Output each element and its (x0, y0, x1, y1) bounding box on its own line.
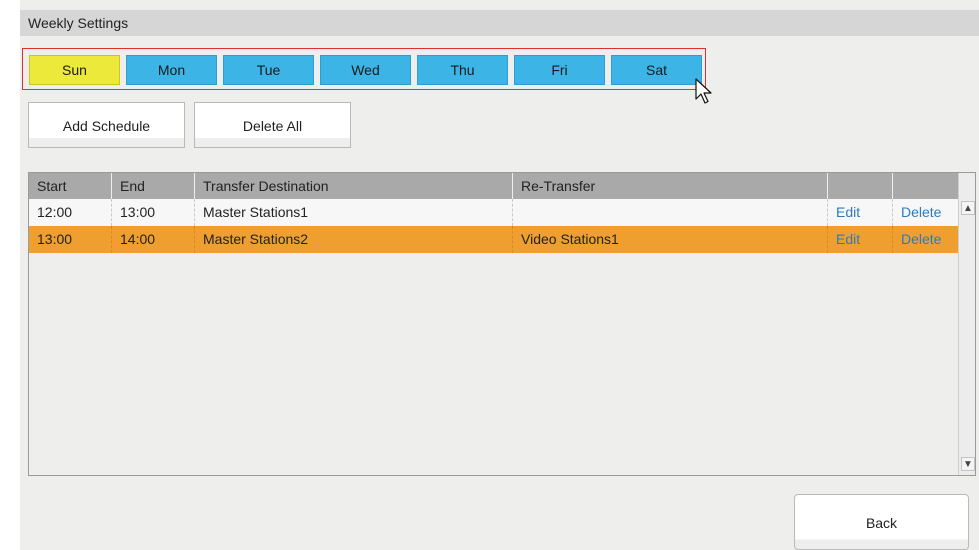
delete-link[interactable]: Delete (893, 226, 958, 253)
table-header: Start End Transfer Destination Re-Transf… (29, 173, 958, 199)
add-schedule-button[interactable]: Add Schedule (28, 102, 185, 148)
schedule-table: Start End Transfer Destination Re-Transf… (28, 172, 976, 476)
day-tab-sat[interactable]: Sat (611, 55, 702, 85)
cell-start: 13:00 (29, 226, 112, 253)
day-tab-fri[interactable]: Fri (514, 55, 605, 85)
mouse-pointer-icon (695, 78, 712, 104)
cell-end: 14:00 (112, 226, 195, 253)
column-header-edit (828, 173, 893, 199)
vertical-scrollbar[interactable]: ▲ ▼ (958, 173, 975, 475)
day-tab-thu[interactable]: Thu (417, 55, 508, 85)
back-button[interactable]: Back (794, 494, 969, 550)
day-selector-group: Sun Mon Tue Wed Thu Fri Sat (22, 48, 706, 90)
edit-link[interactable]: Edit (828, 199, 893, 226)
table-row[interactable]: 12:00 13:00 Master Stations1 Edit Delete (29, 199, 958, 226)
day-tab-tue[interactable]: Tue (223, 55, 314, 85)
edit-link[interactable]: Edit (828, 226, 893, 253)
delete-all-button[interactable]: Delete All (194, 102, 351, 148)
day-tab-sun[interactable]: Sun (29, 55, 120, 85)
page-title: Weekly Settings (28, 15, 129, 31)
delete-link[interactable]: Delete (893, 199, 958, 226)
column-header-delete (893, 173, 958, 199)
title-bar: Weekly Settings (20, 10, 979, 36)
scroll-up-arrow-icon[interactable]: ▲ (961, 201, 975, 215)
day-tab-wed[interactable]: Wed (320, 55, 411, 85)
table-row-selected[interactable]: 13:00 14:00 Master Stations2 Video Stati… (29, 226, 958, 253)
scroll-down-arrow-icon[interactable]: ▼ (961, 457, 975, 471)
column-header-re-transfer: Re-Transfer (513, 173, 828, 199)
cell-re-transfer: Video Stations1 (513, 226, 828, 253)
cell-re-transfer (513, 199, 828, 226)
column-header-start: Start (29, 173, 112, 199)
cell-start: 12:00 (29, 199, 112, 226)
day-tab-mon[interactable]: Mon (126, 55, 217, 85)
cell-transfer-destination: Master Stations2 (195, 226, 513, 253)
column-header-transfer-destination: Transfer Destination (195, 173, 513, 199)
column-header-end: End (112, 173, 195, 199)
cell-transfer-destination: Master Stations1 (195, 199, 513, 226)
cell-end: 13:00 (112, 199, 195, 226)
